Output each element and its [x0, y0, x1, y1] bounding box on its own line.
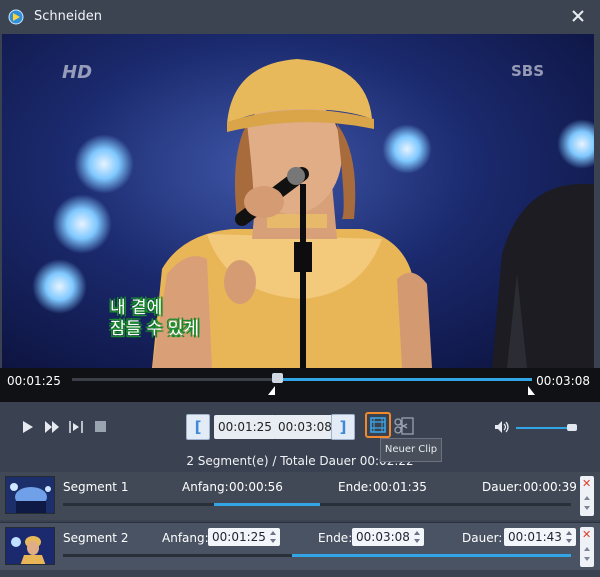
segment-duration-spinner[interactable]: 00:01:43: [504, 528, 576, 546]
end-label: Ende:: [338, 480, 373, 494]
hd-logo: HD: [62, 62, 93, 83]
film-icon: [370, 417, 386, 433]
segment-range-fill: [214, 503, 320, 506]
timeline-track[interactable]: [72, 378, 532, 381]
cut-scissors-icon[interactable]: [393, 415, 415, 437]
segment-range-bar: [63, 554, 571, 557]
duration-label: Dauer:: [482, 480, 523, 494]
app-logo-icon: [8, 9, 24, 25]
video-preview: HD SBS 내 곁에 잠들 수 있게: [2, 34, 594, 368]
timeline: 00:01:25 00:03:08: [0, 368, 600, 402]
current-time: 00:01:25: [7, 374, 61, 388]
segment-name: Segment 1: [63, 480, 129, 494]
segment-range-bar: [63, 503, 571, 506]
subtitle-line-1: 내 곁에: [110, 298, 163, 318]
subtitle-line-2: 잠들 수 있게: [110, 319, 200, 339]
play-icon[interactable]: [22, 420, 34, 434]
segment-name: Segment 2: [63, 531, 129, 545]
delete-segment-button[interactable]: ✕: [580, 476, 594, 516]
start-label: Anfang:: [182, 480, 229, 494]
start-label: Anfang:: [162, 531, 209, 545]
delete-icon: ✕: [582, 528, 592, 541]
close-icon[interactable]: [568, 6, 588, 26]
volume-icon[interactable]: [494, 420, 510, 434]
segment-thumbnail: [5, 527, 55, 565]
end-marker[interactable]: [528, 386, 535, 395]
segment-summary: 2 Segment(e) / Totale Dauer 00:02:22: [186, 454, 414, 468]
playhead-handle[interactable]: [272, 373, 283, 383]
new-clip-tooltip: Neuer Clip: [380, 438, 442, 462]
segment-end-spinner[interactable]: 00:03:08: [352, 528, 424, 546]
singer-figure: [152, 59, 594, 368]
set-start-button[interactable]: [: [186, 414, 210, 440]
start-marker[interactable]: [268, 386, 275, 395]
set-end-button[interactable]: ]: [331, 414, 355, 440]
start-time-field[interactable]: 00:01:25: [214, 415, 276, 439]
segment-row[interactable]: Segment 2 Anfang: 00:01:25 Ende: 00:03:0…: [0, 522, 600, 570]
total-time: 00:03:08: [536, 374, 590, 388]
reorder-arrows-icon[interactable]: [583, 545, 591, 563]
segment-row[interactable]: Segment 1 Anfang: 00:00:56 Ende: 00:01:3…: [0, 472, 600, 520]
duration-label: Dauer:: [462, 531, 503, 545]
end-label: Ende:: [318, 531, 353, 545]
segment-start: 00:00:56: [229, 480, 283, 494]
segment-range-fill: [291, 554, 571, 557]
delete-icon: ✕: [582, 477, 592, 490]
timeline-selection: [274, 378, 532, 381]
video-subtitle: 내 곁에 잠들 수 있게: [110, 298, 199, 340]
frame-step-icon[interactable]: [68, 419, 84, 435]
broadcaster-logo: SBS: [510, 62, 544, 80]
segment-thumbnail: [5, 476, 55, 514]
segment-end: 00:01:35: [373, 480, 427, 494]
new-clip-button[interactable]: [365, 412, 391, 438]
playback-controls: [ 00:01:25 00:03:08 ]: [0, 402, 600, 452]
window-title: Schneiden: [34, 9, 102, 24]
title-bar: Schneiden: [0, 0, 600, 34]
stop-icon[interactable]: [95, 421, 106, 432]
volume-handle[interactable]: [567, 424, 577, 431]
segment-start-spinner[interactable]: 00:01:25: [208, 528, 280, 546]
segment-duration: 00:00:39: [523, 480, 577, 494]
end-time-field[interactable]: 00:03:08: [274, 415, 336, 439]
delete-segment-button[interactable]: ✕: [580, 527, 594, 567]
reorder-arrows-icon[interactable]: [583, 494, 591, 512]
fast-forward-icon[interactable]: [44, 420, 60, 434]
